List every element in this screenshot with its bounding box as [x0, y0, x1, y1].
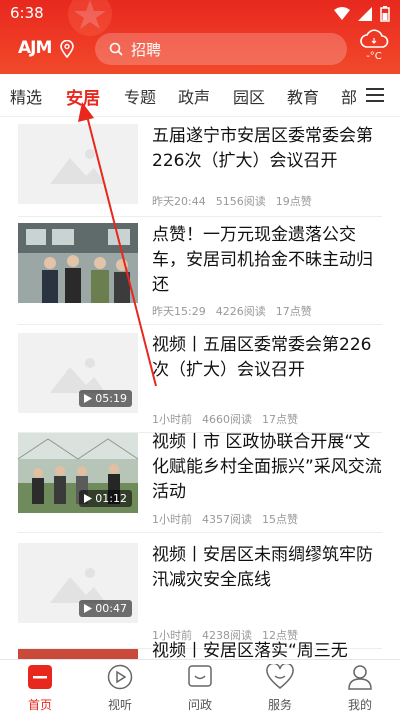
- thumbnail-placeholder: 05:19: [18, 333, 138, 413]
- news-likes: 15点赞: [262, 513, 298, 526]
- play-icon: [84, 604, 93, 613]
- home-icon: [28, 665, 52, 689]
- news-title: 视频丨五届区委常委会第226次（扩大）会议召开: [152, 335, 372, 380]
- bottom-nav: 首页 视听 问政 服务 我的: [0, 659, 400, 712]
- signal-icon: [358, 7, 372, 21]
- video-duration-badge: 05:19: [79, 390, 132, 407]
- heart-icon: [266, 662, 294, 689]
- nav-wenzheng-label: 问政: [187, 698, 212, 712]
- image-placeholder-icon: [50, 568, 106, 603]
- menu-icon[interactable]: [366, 87, 384, 103]
- thumbnail-placeholder: 00:47: [18, 543, 138, 623]
- battery-icon: [380, 6, 390, 22]
- tab-yuanqu[interactable]: 园区: [233, 84, 265, 108]
- nav-service-label: 服务: [267, 698, 292, 712]
- tab-zhuanti[interactable]: 专题: [124, 84, 156, 108]
- status-time: 6:38: [10, 4, 44, 22]
- news-likes: 17点赞: [275, 305, 312, 318]
- message-box-icon: [188, 665, 212, 687]
- tab-anju[interactable]: 安居: [66, 84, 100, 109]
- news-time: 昨天15:29: [152, 305, 206, 318]
- news-likes: 19点赞: [275, 195, 312, 208]
- weather-temp: -°C: [366, 51, 382, 62]
- news-reads: 4226阅读: [215, 305, 266, 318]
- video-duration-badge: 01:12: [79, 490, 132, 507]
- tab-jingxuan[interactable]: 精选: [10, 84, 42, 108]
- image-placeholder-icon: [50, 149, 106, 184]
- image-placeholder-icon: [50, 358, 106, 393]
- tab-zhengsheng[interactable]: 政声: [178, 84, 210, 108]
- tab-jiaoyu[interactable]: 教育: [287, 84, 319, 108]
- video-duration-badge: 00:47: [79, 600, 132, 617]
- nav-mine-label: 我的: [347, 698, 372, 712]
- news-meta: 昨天20:44 5156阅读 19点赞: [152, 193, 322, 209]
- news-title: 点赞！一万元现金遗落公交车，安居司机拾金不昧主动归还: [152, 225, 373, 295]
- nav-home[interactable]: 首页: [10, 664, 70, 713]
- video-duration: 00:47: [95, 602, 127, 615]
- app-logo[interactable]: AJM: [18, 38, 52, 58]
- news-reads: 4660阅读: [202, 413, 252, 426]
- news-likes: 17点赞: [262, 413, 298, 426]
- cloud-icon: [360, 29, 389, 48]
- news-title: 五届遂宁市安居区委常委会第226次（扩大）会议召开: [152, 126, 373, 171]
- thumbnail-photo: 01:12: [18, 433, 138, 513]
- news-reads: 4357阅读: [202, 513, 252, 526]
- user-icon: [348, 665, 372, 690]
- thumbnail-placeholder: [18, 124, 138, 204]
- divider: [18, 324, 382, 325]
- news-meta: 1小时前 4660阅读 17点赞: [152, 411, 308, 427]
- divider: [18, 532, 382, 533]
- news-time: 1小时前: [152, 513, 192, 526]
- news-title: 视频丨市 区政协联合开展“文化赋能乡村全面振兴”采风交流活动: [152, 432, 382, 502]
- tab-bu[interactable]: 部: [341, 84, 357, 108]
- weather-widget[interactable]: -°C: [356, 27, 392, 71]
- search-placeholder: 招聘: [131, 40, 162, 59]
- nav-service[interactable]: 服务: [250, 662, 310, 713]
- play-icon: [84, 394, 93, 403]
- nav-video-label: 视听: [107, 698, 132, 712]
- nav-wenzheng[interactable]: 问政: [170, 664, 230, 713]
- app-header: 6:38 AJM 招聘 -°C: [0, 0, 400, 74]
- video-duration: 01:12: [95, 492, 127, 505]
- news-time: 昨天20:44: [152, 195, 206, 208]
- location-icon[interactable]: [60, 40, 74, 58]
- news-time: 1小时前: [152, 413, 192, 426]
- nav-home-label: 首页: [27, 698, 52, 712]
- search-icon: [109, 42, 123, 56]
- photo-bus-people: [18, 223, 138, 303]
- video-duration: 05:19: [95, 392, 127, 405]
- thumbnail-photo: [18, 649, 138, 659]
- play-circle-icon: [107, 664, 133, 690]
- news-reads: 5156阅读: [215, 195, 266, 208]
- search-bar[interactable]: 招聘: [95, 33, 347, 65]
- category-tabs: 精选 安居 专题 政声 园区 教育 部: [0, 74, 400, 117]
- divider: [18, 216, 382, 217]
- play-icon: [84, 494, 93, 503]
- status-bar: 6:38: [0, 0, 400, 28]
- news-meta: 昨天15:29 4226阅读 17点赞: [152, 303, 322, 319]
- thumbnail-photo: [18, 223, 138, 303]
- nav-video[interactable]: 视听: [90, 664, 150, 713]
- wifi-icon: [334, 7, 350, 20]
- news-title: 视频丨安居区未雨绸缪筑牢防汛减灾安全底线: [152, 545, 373, 590]
- news-meta: 1小时前 4357阅读 15点赞: [152, 511, 308, 527]
- nav-mine[interactable]: 我的: [330, 664, 390, 713]
